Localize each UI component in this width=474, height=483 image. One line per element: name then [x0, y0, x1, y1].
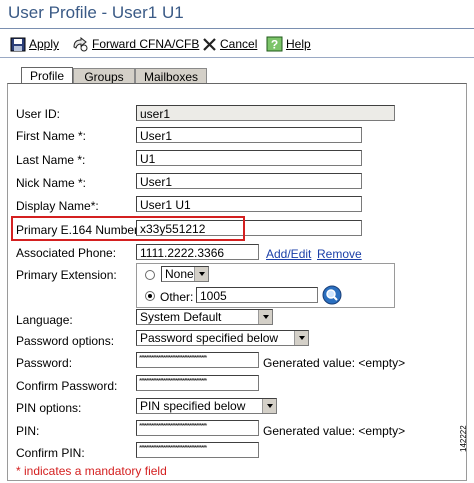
page-title: User Profile - User1 U1 [8, 3, 184, 22]
chevron-down-icon [258, 310, 272, 324]
apply-button[interactable]: Apply [10, 36, 59, 52]
nick-name-label: Nick Name *: [16, 176, 87, 190]
chevron-down-icon [294, 331, 308, 345]
confirm-password-label: Confirm Password: [16, 379, 118, 393]
extension-other-input[interactable]: 1005 [196, 287, 318, 303]
display-name-label: Display Name*: [16, 199, 99, 213]
user-id-label: User ID: [16, 107, 61, 121]
pin-options-label: PIN options: [16, 401, 82, 415]
cancel-label: Cancel [220, 37, 258, 51]
search-icon[interactable] [322, 285, 342, 305]
forward-cfna-cfb-button[interactable]: Forward CFNA/CFB [72, 36, 199, 52]
tab-mailboxes[interactable]: Mailboxes [135, 68, 207, 84]
confirm-pin-label: Confirm PIN: [16, 446, 85, 460]
extension-other-radio[interactable] [145, 291, 155, 301]
highlight-box [11, 216, 245, 241]
extension-none-select[interactable]: None [161, 266, 209, 282]
last-name-input[interactable]: U1 [136, 150, 362, 166]
pin-generated-value: Generated value: <empty> [263, 424, 406, 438]
pin-label: PIN: [16, 424, 40, 438]
nick-name-input[interactable]: User1 [136, 173, 362, 189]
forward-icon [73, 36, 88, 51]
password-label: Password: [16, 356, 73, 370]
toolbar-divider [0, 57, 474, 58]
extension-none-radio[interactable] [145, 270, 155, 280]
help-button[interactable]: ? Help [266, 36, 311, 52]
forward-label: Forward CFNA/CFB [92, 37, 200, 51]
mandatory-note: * indicates a mandatory field [16, 464, 167, 478]
cancel-button[interactable]: Cancel [202, 36, 257, 52]
title-divider [0, 28, 474, 29]
password-input[interactable]: *************************************** [136, 352, 259, 368]
pin-options-value: PIN specified below [140, 399, 246, 413]
user-id-field: user1 [136, 105, 395, 121]
chevron-down-icon [262, 399, 276, 413]
language-value: System Default [140, 310, 222, 324]
extension-none-value: None [165, 267, 194, 281]
help-label: Help [286, 37, 311, 51]
first-name-input[interactable]: User1 [136, 127, 362, 143]
password-options-value: Password specified below [140, 331, 279, 345]
first-name-label: First Name *: [16, 129, 87, 143]
password-options-select[interactable]: Password specified below [136, 330, 309, 346]
last-name-label: Last Name *: [16, 153, 86, 167]
help-icon: ? [266, 36, 283, 52]
chevron-down-icon [194, 267, 208, 281]
associated-phone-field[interactable]: 1111.2222.3366 [136, 244, 259, 260]
display-name-input[interactable]: User1 U1 [136, 196, 362, 212]
close-icon [203, 37, 216, 51]
confirm-pin-input[interactable]: *************************************** [136, 442, 259, 458]
pin-options-select[interactable]: PIN specified below [136, 398, 277, 414]
figure-id: 142222 [459, 425, 468, 452]
password-generated-value: Generated value: <empty> [263, 356, 406, 370]
language-label: Language: [16, 313, 73, 327]
svg-text:?: ? [271, 38, 278, 52]
extension-other-label: Other: [160, 290, 194, 304]
associated-phone-label: Associated Phone: [16, 246, 117, 260]
password-options-label: Password options: [16, 334, 115, 348]
confirm-password-input[interactable]: *************************************** [136, 375, 259, 391]
add-edit-link[interactable]: Add/Edit [266, 247, 311, 261]
tab-profile[interactable]: Profile [21, 67, 73, 84]
remove-link[interactable]: Remove [317, 247, 362, 261]
apply-label: Apply [29, 37, 60, 51]
language-select[interactable]: System Default [136, 309, 273, 325]
primary-extension-label: Primary Extension: [16, 268, 117, 282]
save-icon [10, 37, 26, 51]
tab-groups[interactable]: Groups [73, 68, 135, 84]
pin-input[interactable]: *************************************** [136, 420, 259, 436]
